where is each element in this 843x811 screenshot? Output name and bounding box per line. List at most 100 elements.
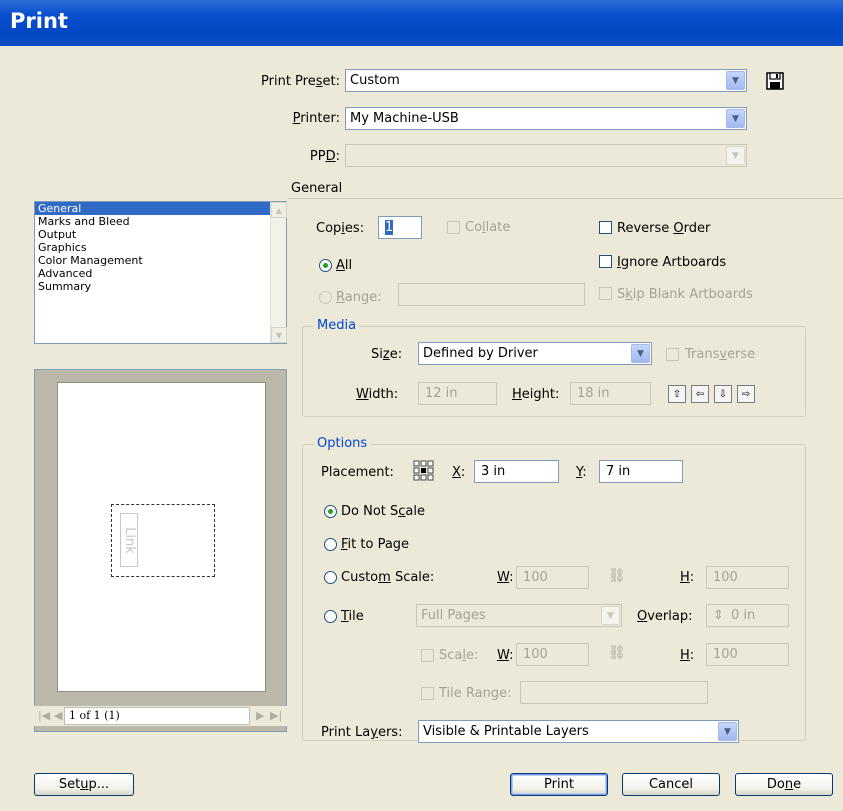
link-chain-icon[interactable]: ⛓	[608, 568, 626, 584]
title-bar[interactable]: Print	[0, 0, 843, 46]
tile-range-label: Tile Range:	[439, 686, 512, 701]
first-page-icon[interactable]: |◀	[38, 709, 50, 722]
orientation-flipped-landscape-icon[interactable]: ⇨	[737, 385, 755, 403]
tile-width-label: W:	[497, 648, 514, 663]
chevron-down-icon[interactable]: ▼	[726, 71, 745, 90]
range-label: Range:	[336, 290, 382, 305]
section-divider	[288, 198, 843, 199]
tile-range-input[interactable]	[520, 681, 708, 704]
tile-label: Tile	[341, 609, 364, 624]
floppy-save-icon[interactable]	[765, 71, 785, 91]
skip-blank-label: Skip Blank Artboards	[617, 287, 753, 302]
copies-value: 1	[385, 220, 394, 235]
ppd-select[interactable]: ▼	[345, 144, 747, 167]
copies-input[interactable]: 1	[378, 216, 422, 239]
collate-checkbox[interactable]	[447, 221, 460, 234]
all-label: All	[336, 258, 353, 273]
cancel-button[interactable]: Cancel	[622, 773, 720, 796]
list-item[interactable]: Color Management	[35, 254, 271, 267]
list-item[interactable]: Output	[35, 228, 271, 241]
tile-range-checkbox[interactable]	[421, 687, 434, 700]
print-layers-label: Print Layers:	[321, 725, 403, 740]
done-button[interactable]: Do n e	[735, 773, 833, 796]
print-layers-value: Visible & Printable Layers	[423, 724, 589, 739]
copies-label: Copies:	[316, 221, 365, 236]
transverse-checkbox[interactable]	[666, 348, 679, 361]
chevron-down-icon[interactable]: ▼	[718, 722, 737, 741]
custom-width-input[interactable]: 100	[516, 566, 589, 589]
prev-page-icon[interactable]: ◀	[54, 709, 62, 722]
tile-scale-label: Scale:	[439, 648, 479, 663]
link-placeholder: Link	[120, 513, 138, 567]
tile-radio[interactable]	[324, 610, 337, 623]
skip-blank-checkbox[interactable]	[599, 287, 612, 300]
fit-to-page-radio[interactable]	[324, 538, 337, 551]
print-preview[interactable]: Link	[34, 369, 287, 732]
window-title: Print	[10, 9, 68, 33]
tile-scale-checkbox[interactable]	[421, 649, 434, 662]
chevron-down-icon[interactable]: ▼	[601, 606, 620, 625]
chevron-down-icon[interactable]: ▼	[631, 344, 650, 363]
next-page-icon[interactable]: ▶	[256, 709, 264, 722]
tile-height-input[interactable]: 100	[706, 643, 789, 666]
options-title: Options	[314, 436, 371, 451]
chevron-down-icon[interactable]: ▼	[271, 327, 287, 343]
custom-height-label: H:	[680, 570, 695, 585]
print-button[interactable]: Print	[510, 773, 608, 796]
tile-mode-select[interactable]: Full Pages ▼	[416, 604, 622, 627]
overlap-value: 0 in	[731, 608, 756, 623]
category-list[interactable]: General Marks and Bleed Output Graphics …	[34, 201, 287, 344]
printer-label: Printer:	[292, 111, 340, 126]
do-not-scale-radio[interactable]	[324, 505, 337, 518]
list-item[interactable]: Summary	[35, 280, 271, 293]
range-input[interactable]	[398, 283, 585, 306]
orientation-portrait-icon[interactable]: ⇧	[668, 385, 686, 403]
orientation-landscape-icon[interactable]: ⇦	[691, 385, 709, 403]
transverse-label: Transverse	[685, 347, 756, 362]
tile-height-label: H:	[680, 648, 695, 663]
stepper-icon[interactable]: ⇕	[713, 608, 724, 623]
y-label: Y:	[576, 465, 587, 480]
custom-scale-radio[interactable]	[324, 571, 337, 584]
range-radio[interactable]	[319, 291, 332, 304]
printer-value: My Machine-USB	[350, 111, 459, 126]
fit-to-page-label: Fit to Page	[341, 537, 410, 552]
chevron-down-icon[interactable]: ▼	[726, 109, 745, 128]
print-preset-value: Custom	[350, 73, 400, 88]
link-chain-icon[interactable]: ⛓	[608, 645, 626, 661]
media-size-select[interactable]: Defined by Driver ▼	[418, 342, 652, 365]
list-scrollbar[interactable]: ▲ ▼	[270, 202, 287, 343]
placement-grid-icon[interactable]	[413, 460, 434, 481]
print-preset-select[interactable]: Custom ▼	[345, 69, 747, 92]
custom-width-label: W:	[497, 570, 514, 585]
x-label: X:	[452, 465, 466, 480]
x-input[interactable]: 3 in	[474, 460, 559, 483]
ignore-artboards-checkbox[interactable]	[599, 255, 612, 268]
custom-height-input[interactable]: 100	[706, 566, 789, 589]
print-layers-select[interactable]: Visible & Printable Layers ▼	[418, 720, 739, 743]
last-page-icon[interactable]: ▶|	[270, 709, 282, 722]
all-radio[interactable]	[319, 259, 332, 272]
media-title: Media	[314, 318, 360, 333]
section-heading: General	[291, 181, 343, 196]
height-label: Height:	[512, 387, 560, 402]
chevron-down-icon[interactable]: ▼	[726, 146, 745, 165]
list-item[interactable]: Advanced	[35, 267, 271, 280]
print-preset-label: Print Preset:	[261, 74, 340, 89]
orientation-flipped-portrait-icon[interactable]: ⇩	[714, 385, 732, 403]
ppd-label: PPD:	[309, 149, 340, 164]
chevron-up-icon[interactable]: ▲	[271, 202, 287, 218]
setup-button[interactable]: Set u p...	[34, 773, 134, 796]
y-input[interactable]: 7 in	[599, 460, 683, 483]
height-input[interactable]: 18 in	[570, 382, 651, 405]
printer-select[interactable]: My Machine-USB ▼	[345, 107, 747, 130]
tile-width-input[interactable]: 100	[516, 643, 589, 666]
list-item[interactable]: Graphics	[35, 241, 271, 254]
overlap-input[interactable]: ⇕ 0 in	[706, 604, 789, 627]
list-item[interactable]: Marks and Bleed	[35, 215, 271, 228]
width-input[interactable]: 12 in	[418, 382, 497, 405]
artboard-outline: Link	[111, 504, 215, 577]
width-label: Width:	[356, 387, 399, 402]
reverse-order-checkbox[interactable]	[599, 221, 612, 234]
list-item[interactable]: General	[35, 202, 271, 215]
